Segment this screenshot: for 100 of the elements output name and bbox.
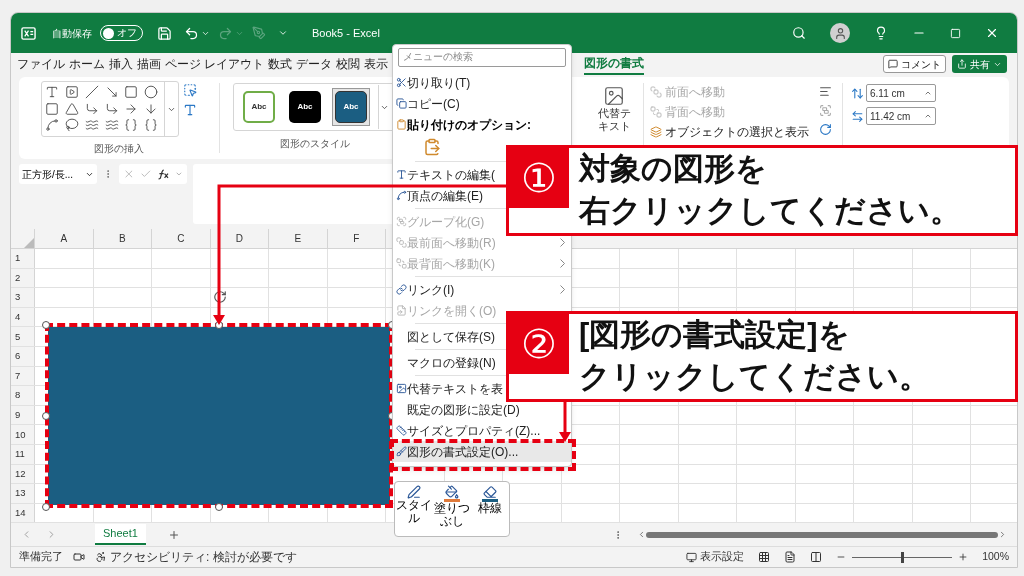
- selection-handle[interactable]: [42, 412, 50, 420]
- group-icon[interactable]: [819, 104, 832, 117]
- menu-item[interactable]: リンク(I): [393, 279, 571, 300]
- alt-text-button[interactable]: 代替テキスト: [597, 85, 631, 133]
- column-header[interactable]: D: [210, 229, 269, 248]
- elbow-arrow-icon[interactable]: [104, 101, 119, 116]
- spreadsheet-logo-icon: [21, 25, 36, 41]
- rectangle-icon[interactable]: [124, 85, 139, 99]
- align-icon[interactable]: [819, 85, 832, 98]
- close-icon[interactable]: [985, 26, 999, 40]
- ribbon-tab[interactable]: 数式: [268, 54, 293, 74]
- row-header[interactable]: 1: [11, 249, 35, 268]
- freeform-icon[interactable]: [45, 118, 59, 133]
- zoom-in-icon[interactable]: [958, 552, 969, 562]
- size-field[interactable]: 11.42 cm: [866, 107, 936, 125]
- normal-view-icon[interactable]: [758, 551, 771, 563]
- ribbon-tab[interactable]: 図形の書式: [584, 53, 645, 75]
- paste-icon[interactable]: [423, 138, 441, 156]
- arrow-line-icon[interactable]: [104, 85, 119, 99]
- style-swatch[interactable]: Abc: [240, 88, 278, 126]
- lightbulb-icon[interactable]: [874, 26, 888, 40]
- left-brace-icon[interactable]: [124, 118, 139, 133]
- share-button[interactable]: 共有: [952, 55, 1007, 73]
- caret-icon: [175, 170, 183, 178]
- sheet-tab[interactable]: Sheet1: [95, 524, 146, 545]
- ribbon-tab[interactable]: 挿入: [109, 54, 133, 74]
- height-icon: [851, 86, 864, 100]
- column-header[interactable]: E: [269, 229, 328, 248]
- menu-item[interactable]: 既定の図形に設定(D): [393, 399, 571, 420]
- instruction-line: 対象の図形を: [579, 150, 768, 188]
- ribbon-tab[interactable]: ページ レイアウト: [165, 54, 265, 74]
- scribble-icon[interactable]: [64, 118, 79, 133]
- undo-icon[interactable]: [184, 25, 199, 41]
- right-brace-icon[interactable]: [144, 118, 159, 133]
- triangle-icon[interactable]: [64, 101, 79, 116]
- name-box[interactable]: 正方形/長...: [19, 164, 97, 184]
- curve-icon[interactable]: [104, 118, 119, 133]
- toolbar-button[interactable]: 枠線: [471, 485, 509, 536]
- menu-item[interactable]: コピー(C): [393, 93, 571, 114]
- comment-button[interactable]: コメント: [883, 55, 946, 73]
- text-box-icon[interactable]: [183, 103, 197, 117]
- column-header[interactable]: A: [35, 229, 94, 248]
- selection-handle[interactable]: [215, 503, 223, 511]
- page-break-icon[interactable]: [810, 551, 823, 563]
- toolbar-button[interactable]: 塗りつぶし: [433, 485, 471, 536]
- toolbar-button[interactable]: スタイル: [395, 485, 433, 536]
- size-field[interactable]: 6.11 cm: [866, 84, 936, 102]
- rounded-rectangle-icon[interactable]: [45, 101, 59, 116]
- bring-front-icon: [395, 237, 407, 248]
- selection-handle[interactable]: [42, 503, 50, 511]
- menu-item[interactable]: 図形の書式設定(O)...: [393, 441, 571, 462]
- instruction-line: [図形の書式設定]を: [579, 316, 851, 354]
- row-header[interactable]: 5: [11, 327, 35, 346]
- display-settings-button[interactable]: 表示設定: [686, 549, 745, 565]
- edit-shape-icon[interactable]: [183, 83, 197, 97]
- menu-search-field[interactable]: メニューの検索: [398, 48, 566, 67]
- oval-icon[interactable]: [144, 85, 159, 99]
- vertical-text-box-icon[interactable]: [64, 85, 79, 99]
- menu-item[interactable]: サイズとプロパティ(Z)...: [393, 420, 571, 441]
- rotate-icon[interactable]: [819, 123, 832, 136]
- page-layout-icon[interactable]: [784, 551, 797, 563]
- column-header[interactable]: F: [327, 229, 386, 248]
- row-header[interactable]: 13: [11, 484, 35, 503]
- right-arrow-icon[interactable]: [124, 101, 139, 116]
- column-header[interactable]: C: [152, 229, 211, 248]
- brush-icon: [395, 446, 407, 457]
- elbow-connector-icon[interactable]: [84, 101, 99, 116]
- line-icon[interactable]: [84, 85, 99, 99]
- save-icon[interactable]: [157, 25, 172, 41]
- add-sheet-icon[interactable]: [167, 528, 180, 541]
- text-box-icon[interactable]: [45, 85, 59, 99]
- menu-item[interactable]: 切り取り(T): [393, 72, 571, 93]
- ribbon-tab[interactable]: ファイル: [17, 54, 65, 74]
- accessibility-status[interactable]: アクセシビリティ: 検討が必要です: [110, 548, 297, 566]
- row-header[interactable]: 10: [11, 425, 35, 444]
- zoom-slider-thumb[interactable]: [901, 551, 905, 563]
- ribbon-button[interactable]: オブジェクトの選択と表示: [650, 123, 809, 140]
- style-swatch[interactable]: Abc: [286, 88, 324, 126]
- maximize-icon[interactable]: [950, 27, 961, 39]
- account-avatar[interactable]: [830, 23, 850, 43]
- style-swatch[interactable]: Abc: [332, 88, 370, 126]
- macro-record-icon[interactable]: [73, 551, 85, 563]
- ribbon-tab[interactable]: 描画: [137, 54, 161, 74]
- search-icon[interactable]: [792, 26, 806, 40]
- column-header[interactable]: B: [93, 229, 152, 248]
- selection-handle[interactable]: [42, 321, 50, 329]
- ribbon-tab[interactable]: 表示: [364, 54, 389, 74]
- outline-pen-icon: [483, 485, 497, 499]
- row-header[interactable]: 3: [11, 288, 35, 307]
- function-icon[interactable]: [156, 168, 171, 180]
- row-header[interactable]: 8: [11, 386, 35, 405]
- arc-icon[interactable]: [84, 118, 99, 133]
- image-icon: [603, 85, 625, 107]
- customize-caret-icon[interactable]: [278, 28, 288, 38]
- ribbon-tab[interactable]: データ: [296, 54, 333, 74]
- rotation-handle-icon[interactable]: [213, 290, 227, 304]
- edit-points-icon: [395, 190, 407, 201]
- horizontal-scrollbar[interactable]: [637, 530, 1007, 539]
- ribbon-tab[interactable]: ホーム: [69, 54, 105, 74]
- ribbon-tab[interactable]: 校閲: [336, 54, 361, 74]
